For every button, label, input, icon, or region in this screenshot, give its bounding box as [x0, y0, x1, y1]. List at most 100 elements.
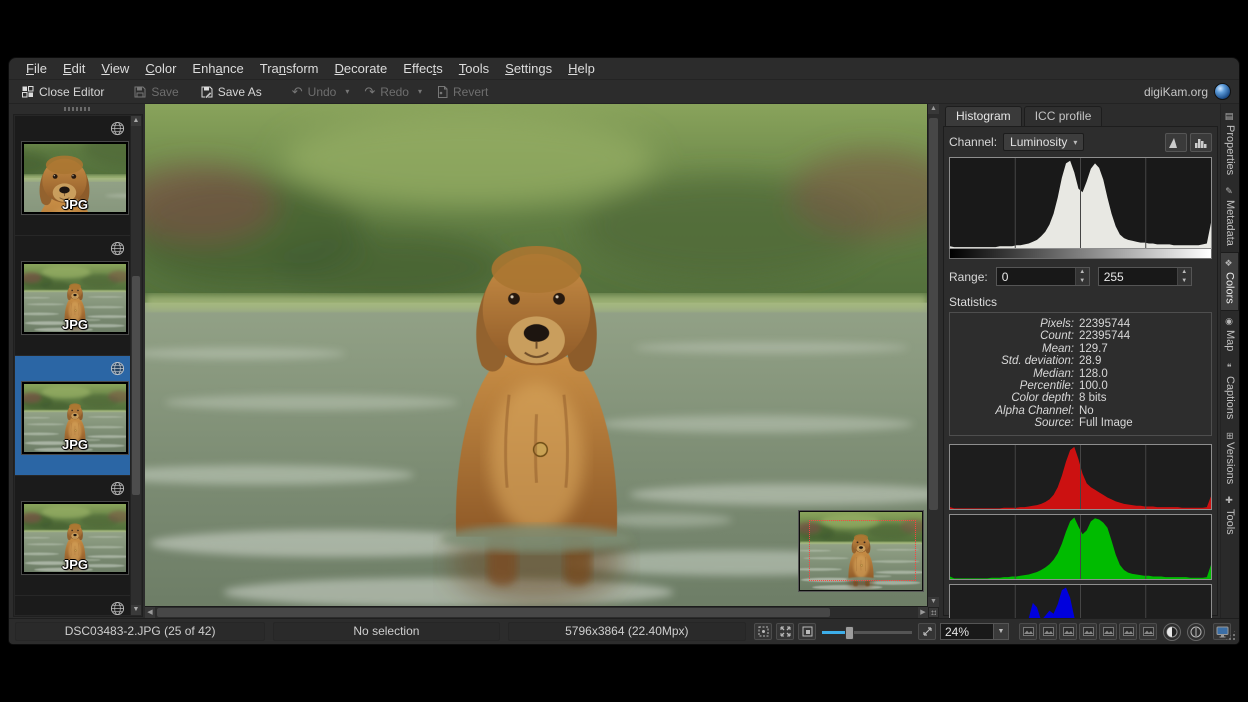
canvas-image[interactable]: [145, 104, 928, 607]
range-max-input[interactable]: [1099, 268, 1177, 285]
undo-history-dropdown[interactable]: ▾: [345, 87, 349, 96]
horizontal-scroll-thumb[interactable]: [157, 608, 830, 617]
revert-button[interactable]: Revert: [432, 83, 493, 101]
editor-canvas[interactable]: ▲ ▼ ◀ ▶: [145, 104, 939, 618]
statusbar-selection: No selection: [273, 622, 500, 641]
app-window: FileEditViewColorEnhanceTransformDecorat…: [8, 57, 1240, 645]
luminosity-histogram[interactable]: [949, 157, 1212, 249]
zoom-combo-dropdown-icon[interactable]: ▼: [994, 623, 1009, 640]
thumbbar-scroll-thumb[interactable]: [132, 276, 140, 496]
zoom-slider[interactable]: [822, 625, 912, 639]
spin-buttons[interactable]: ▲▼: [1177, 268, 1191, 285]
menu-color[interactable]: Color: [138, 60, 183, 77]
thumbnail-list: JPG JPG JPG JPG JPG: [15, 116, 131, 615]
fit-to-selection-button[interactable]: [798, 623, 816, 640]
range-min-input[interactable]: [997, 268, 1075, 285]
pan-overview-thumbnail[interactable]: [799, 511, 923, 591]
preview-mode-button-5[interactable]: [1099, 623, 1117, 640]
menu-edit[interactable]: Edit: [56, 60, 92, 77]
canvas-horizontal-scrollbar[interactable]: ◀ ▶: [145, 606, 928, 618]
tab-icc-profile[interactable]: ICC profile: [1024, 106, 1103, 126]
menu-settings[interactable]: Settings: [498, 60, 559, 77]
thumbnail-item-5[interactable]: JPG: [15, 596, 131, 615]
logarithmic-scale-button[interactable]: [1190, 133, 1212, 152]
thumbnail-image[interactable]: JPG: [22, 142, 128, 214]
geolocation-globe-icon: [110, 601, 125, 615]
fit-to-window-button[interactable]: [776, 623, 794, 640]
channel-select[interactable]: Luminosity ▾: [1003, 133, 1084, 151]
undo-button[interactable]: ↶ Undo: [287, 82, 342, 102]
save-button[interactable]: Save: [129, 83, 183, 101]
preview-mode-button-1[interactable]: [1019, 623, 1037, 640]
preview-mode-button-4[interactable]: [1079, 623, 1097, 640]
thumbbar-scrollbar[interactable]: ▲ ▼: [130, 116, 141, 615]
menu-transform[interactable]: Transform: [253, 60, 326, 77]
menu-help[interactable]: Help: [561, 60, 602, 77]
scroll-down-icon[interactable]: ▼: [928, 597, 939, 607]
digikam-brand: digiKam.org: [1144, 83, 1231, 100]
range-max-spinbox[interactable]: ▲▼: [1098, 267, 1192, 286]
thumbbar-splitter-handle[interactable]: [9, 104, 145, 114]
menu-enhance[interactable]: Enhance: [185, 60, 250, 77]
close-editor-label: Close Editor: [39, 85, 104, 99]
sidebar-tab-tools[interactable]: ✚Tools: [1221, 490, 1239, 541]
thumbnail-image[interactable]: JPG: [22, 382, 128, 454]
zoom-to-selection-button[interactable]: [754, 623, 772, 640]
preview-mode-button-2[interactable]: [1039, 623, 1057, 640]
statusbar-filename: DSC03483-2.JPG (25 of 42): [15, 622, 265, 641]
revert-icon: [437, 86, 448, 98]
linear-scale-button[interactable]: [1165, 133, 1187, 152]
thumbnail-item-4[interactable]: JPG: [15, 476, 131, 595]
pan-corner-button[interactable]: [928, 607, 939, 618]
save-as-button[interactable]: Save As: [196, 83, 267, 101]
thumbnail-item-3[interactable]: JPG: [15, 356, 131, 475]
zoom-slider-handle[interactable]: [845, 626, 854, 640]
preview-mode-button-6[interactable]: [1119, 623, 1137, 640]
format-badge: JPG: [24, 197, 126, 212]
preview-mode-button-7[interactable]: [1139, 623, 1157, 640]
scroll-left-icon[interactable]: ◀: [145, 607, 155, 618]
sidebar-tab-captions[interactable]: ❝Captions: [1221, 357, 1239, 425]
scroll-right-icon[interactable]: ▶: [918, 607, 928, 618]
statistics-row: Mean:129.7: [956, 343, 1205, 355]
colors-icon: ❖: [1225, 259, 1235, 269]
color-managed-view-button[interactable]: [1213, 623, 1231, 640]
vertical-scroll-thumb[interactable]: [929, 118, 938, 510]
zoom-level-combo[interactable]: 24% ▼: [940, 623, 1009, 640]
menu-effects[interactable]: Effects: [396, 60, 450, 77]
range-min-spinbox[interactable]: ▲▼: [996, 267, 1090, 286]
sidebar-tab-label: Tools: [1224, 509, 1236, 535]
sidebar-tab-metadata[interactable]: ✎Metadata: [1221, 181, 1239, 252]
thumbbar-scroll-down-icon[interactable]: ▼: [131, 605, 141, 615]
close-editor-button[interactable]: Close Editor: [17, 83, 109, 101]
overexposure-indicator-button[interactable]: [1187, 623, 1205, 641]
scroll-up-icon[interactable]: ▲: [928, 104, 939, 114]
digikam-logo-icon: [1214, 83, 1231, 100]
underexposure-indicator-button[interactable]: [1163, 623, 1181, 641]
sidebar-tab-colors[interactable]: ❖Colors: [1221, 252, 1239, 311]
menubar: FileEditViewColorEnhanceTransformDecorat…: [9, 58, 1239, 80]
sidebar-tab-map[interactable]: ◉Map: [1221, 311, 1239, 357]
menu-decorate[interactable]: Decorate: [328, 60, 395, 77]
canvas-vertical-scrollbar[interactable]: ▲ ▼: [927, 104, 939, 607]
menu-tools[interactable]: Tools: [452, 60, 496, 77]
thumbnail-image[interactable]: JPG: [22, 262, 128, 334]
green-histogram: [949, 514, 1212, 580]
spin-buttons[interactable]: ▲▼: [1075, 268, 1089, 285]
menu-view[interactable]: View: [94, 60, 136, 77]
sidebar-tab-properties[interactable]: ▤Properties: [1221, 106, 1239, 181]
zoom-level-value[interactable]: 24%: [940, 623, 994, 640]
format-badge: JPG: [24, 557, 126, 572]
redo-history-dropdown[interactable]: ▾: [418, 87, 422, 96]
thumbnail-item-1[interactable]: JPG: [15, 116, 131, 235]
thumbbar-scroll-up-icon[interactable]: ▲: [131, 116, 141, 126]
redo-button[interactable]: ↷ Redo: [359, 82, 414, 102]
thumbnail-item-2[interactable]: JPG: [15, 236, 131, 355]
preview-mode-button-3[interactable]: [1059, 623, 1077, 640]
thumbnail-image[interactable]: JPG: [22, 502, 128, 574]
menu-file[interactable]: File: [19, 60, 54, 77]
visible-region-rect[interactable]: [809, 520, 916, 581]
tab-histogram[interactable]: Histogram: [945, 106, 1022, 126]
zoom-100-button[interactable]: [918, 623, 936, 640]
sidebar-tab-versions[interactable]: ⊞Versions: [1221, 426, 1239, 491]
